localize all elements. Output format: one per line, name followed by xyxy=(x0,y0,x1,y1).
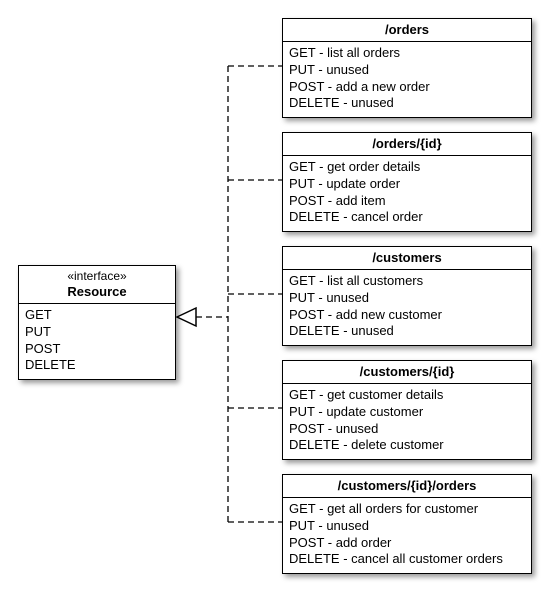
interface-op: GET xyxy=(25,307,169,324)
resource-body: GET - get customer details PUT - update … xyxy=(283,384,531,459)
resource-method: POST - add item xyxy=(289,193,525,210)
resource-body: GET - get order details PUT - update ord… xyxy=(283,156,531,231)
resource-title: /customers/{id} xyxy=(289,364,525,380)
resource-header: /orders/{id} xyxy=(283,133,531,156)
resource-title: /orders/{id} xyxy=(289,136,525,152)
resource-method: DELETE - unused xyxy=(289,95,525,112)
resource-method: GET - list all customers xyxy=(289,273,525,290)
interface-header: «interface» Resource xyxy=(19,266,175,304)
interface-op: POST xyxy=(25,341,169,358)
interface-stereotype: «interface» xyxy=(25,269,169,284)
resource-method: DELETE - unused xyxy=(289,323,525,340)
resource-method: PUT - update customer xyxy=(289,404,525,421)
interface-op: DELETE xyxy=(25,357,169,374)
interface-op: PUT xyxy=(25,324,169,341)
resource-method: DELETE - cancel order xyxy=(289,209,525,226)
resource-header: /customers/{id} xyxy=(283,361,531,384)
resource-body: GET - list all orders PUT - unused POST … xyxy=(283,42,531,117)
resource-box-customers-id-orders: /customers/{id}/orders GET - get all ord… xyxy=(282,474,532,574)
resource-method: DELETE - cancel all customer orders xyxy=(289,551,525,568)
resource-method: PUT - unused xyxy=(289,290,525,307)
resource-title: /customers/{id}/orders xyxy=(289,478,525,494)
resource-method: POST - add order xyxy=(289,535,525,552)
resource-box-orders-id: /orders/{id} GET - get order details PUT… xyxy=(282,132,532,232)
interface-name: Resource xyxy=(25,284,169,300)
resource-title: /orders xyxy=(289,22,525,38)
resource-method: POST - unused xyxy=(289,421,525,438)
resource-method: GET - get customer details xyxy=(289,387,525,404)
resource-method: GET - get order details xyxy=(289,159,525,176)
realization-arrowhead-icon xyxy=(177,308,196,326)
resource-method: POST - add new customer xyxy=(289,307,525,324)
resource-method: DELETE - delete customer xyxy=(289,437,525,454)
resource-body: GET - get all orders for customer PUT - … xyxy=(283,498,531,573)
resource-box-customers-id: /customers/{id} GET - get customer detai… xyxy=(282,360,532,460)
resource-body: GET - list all customers PUT - unused PO… xyxy=(283,270,531,345)
resource-title: /customers xyxy=(289,250,525,266)
resource-header: /customers xyxy=(283,247,531,270)
resource-method: GET - list all orders xyxy=(289,45,525,62)
resource-method: POST - add a new order xyxy=(289,79,525,96)
resource-box-orders: /orders GET - list all orders PUT - unus… xyxy=(282,18,532,118)
resource-box-customers: /customers GET - list all customers PUT … xyxy=(282,246,532,346)
interface-box: «interface» Resource GET PUT POST DELETE xyxy=(18,265,176,380)
interface-body: GET PUT POST DELETE xyxy=(19,304,175,379)
resource-method: PUT - update order xyxy=(289,176,525,193)
resource-method: GET - get all orders for customer xyxy=(289,501,525,518)
resource-header: /customers/{id}/orders xyxy=(283,475,531,498)
resource-method: PUT - unused xyxy=(289,518,525,535)
resource-header: /orders xyxy=(283,19,531,42)
resource-method: PUT - unused xyxy=(289,62,525,79)
